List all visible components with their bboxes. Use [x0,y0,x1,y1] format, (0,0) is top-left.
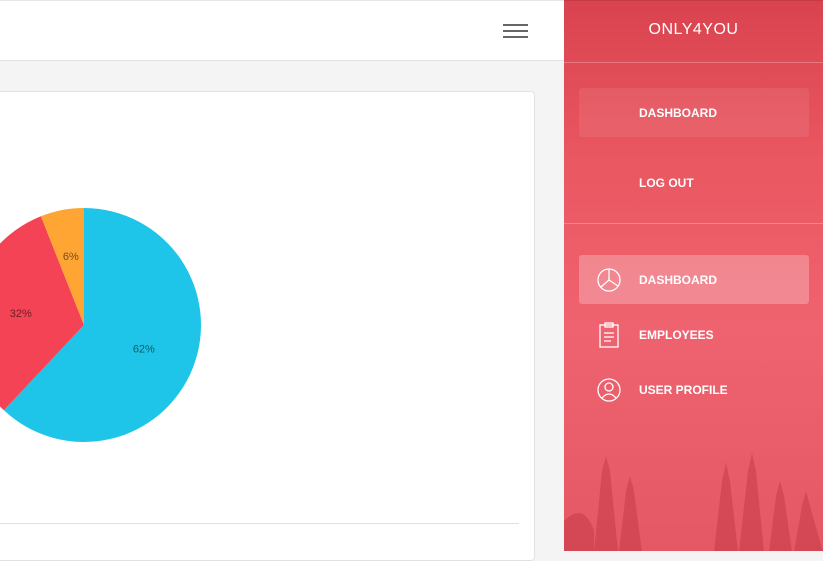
sidebar-divider [564,223,823,224]
user-icon [597,378,621,402]
account-item-dashboard[interactable]: DASHBOARD [579,88,809,137]
sidebar-item-label: DASHBOARD [639,273,717,287]
pie-slice-label: 62% [133,344,155,356]
pie-chart-icon [597,268,621,292]
sidebar-item-employees[interactable]: EMPLOYEES [579,310,809,359]
pie-slice-label: 6% [63,251,79,263]
sidebar-divider [564,62,823,63]
clipboard-icon [599,322,619,348]
sidebar-item-user-profile[interactable]: USER PROFILE [579,365,809,414]
card-footer-divider [0,523,519,524]
sidebar: ONLY4YOU DASHBOARD LOG OUT DASHBOARD EMP… [564,0,823,551]
account-item-logout[interactable]: LOG OUT [579,158,809,207]
sidebar-item-dashboard[interactable]: DASHBOARD [579,255,809,304]
sidebar-item-label: EMPLOYEES [639,328,714,342]
account-item-label: DASHBOARD [639,106,717,120]
pie-slice-label: 32% [10,308,32,320]
brand-title[interactable]: ONLY4YOU [564,21,823,39]
sidebar-item-label: USER PROFILE [639,383,728,397]
account-item-label: LOG OUT [639,176,694,190]
pie-chart: 62% 32% 6% [0,208,201,443]
